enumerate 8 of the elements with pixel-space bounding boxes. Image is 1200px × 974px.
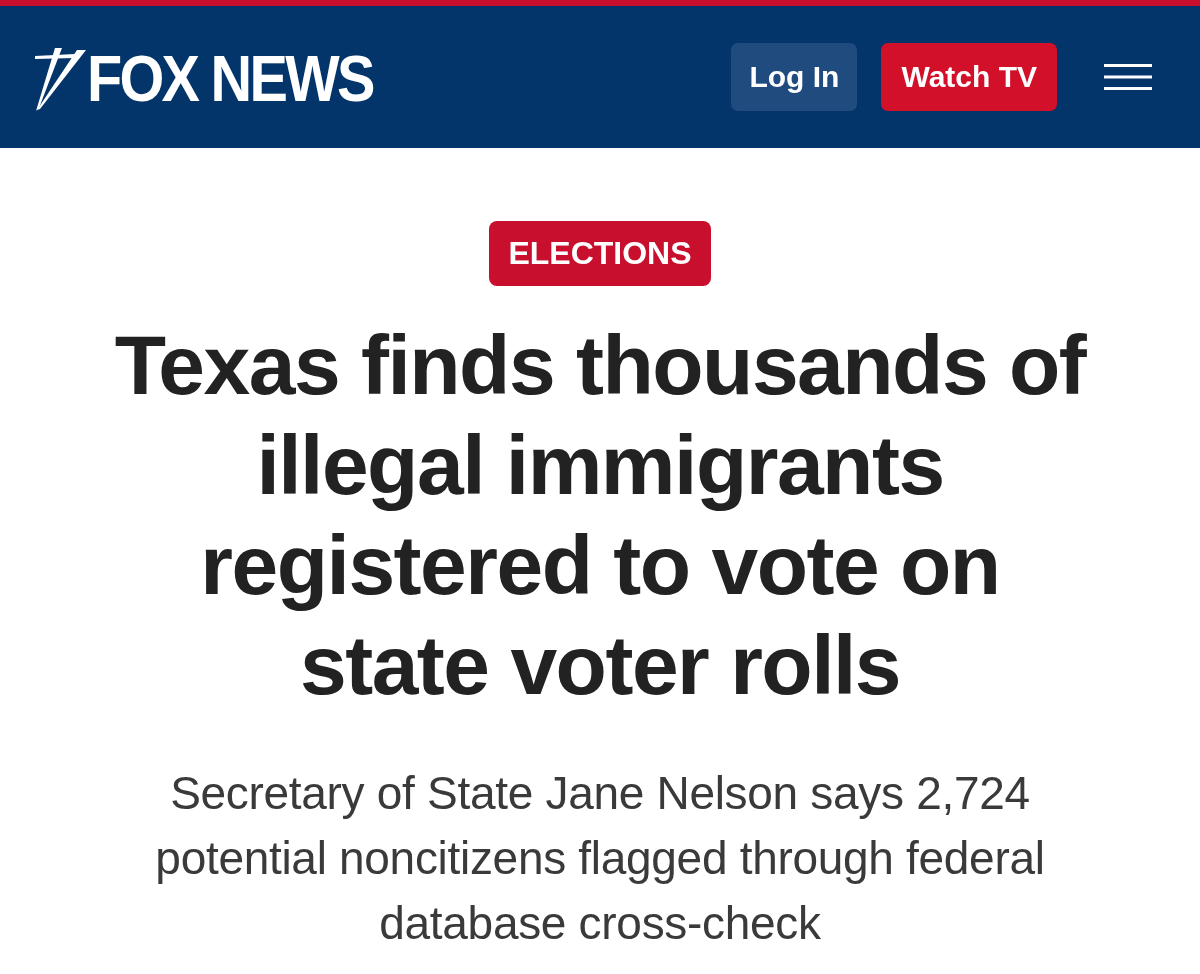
category-tag[interactable]: ELECTIONS: [489, 221, 711, 286]
menu-icon[interactable]: [1104, 64, 1152, 90]
login-button[interactable]: Log In: [731, 43, 858, 111]
streak-icon[interactable]: [35, 46, 87, 112]
watch-button[interactable]: Watch TV: [881, 43, 1057, 111]
logo-wordmark[interactable]: FOX NEWS: [87, 47, 373, 111]
subheadline: Secretary of State Jane Nelson says 2,724 potential noncitizens flagged through federal database cross-check: [154, 766, 1046, 951]
headline: Texas finds thousands of illegal immigrants registered to vote on state voter rolls: [113, 317, 1088, 714]
